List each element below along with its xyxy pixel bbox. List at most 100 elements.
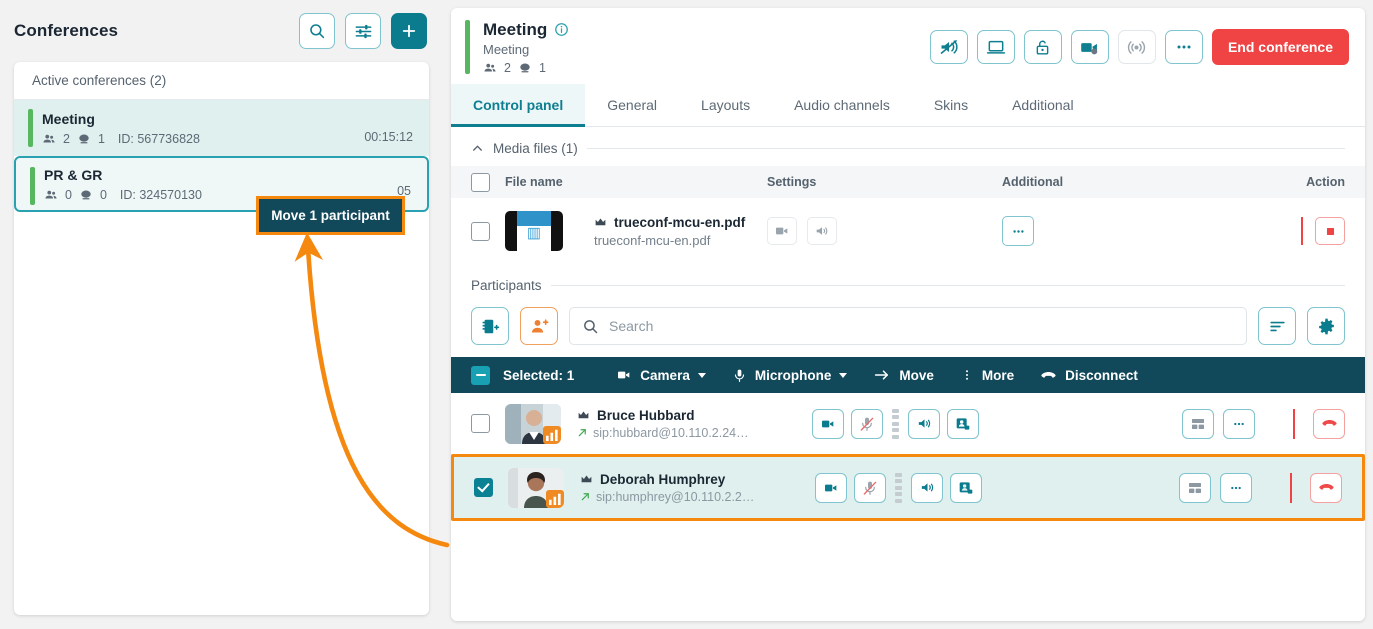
stream-count: 1: [97, 131, 105, 146]
sort-icon: [1269, 321, 1285, 331]
conferences-sidebar: Conferences Active conferences (2) Meeti…: [0, 0, 443, 629]
add-participant-icon: [531, 318, 548, 332]
stop-icon: [1326, 227, 1334, 235]
layout-grid-icon: [1192, 418, 1204, 429]
status-accent-bar: [465, 20, 470, 74]
audio-level-indicator: [892, 408, 899, 439]
participant-more-button[interactable]: [1220, 472, 1252, 503]
sidebar-header: Conferences: [0, 0, 443, 62]
column-settings: Settings: [767, 175, 817, 189]
chevron-down-icon: [697, 372, 706, 378]
conference-list-item-meeting[interactable]: Meeting 2 1 ID: 567736828 00:15:12: [14, 100, 429, 156]
media-audio-button[interactable]: [807, 217, 837, 245]
create-conference-button[interactable]: [391, 13, 427, 49]
selection-more-button[interactable]: More: [960, 367, 1014, 383]
conference-list-item-pr-gr[interactable]: PR & GR 0 0 ID: 324570130 05: [14, 156, 429, 212]
participants-label: Participants: [471, 278, 542, 293]
tab-audio-channels[interactable]: Audio channels: [772, 84, 912, 126]
deselect-all-checkbox[interactable]: [471, 365, 490, 385]
media-stop-button[interactable]: [1315, 217, 1345, 245]
active-conferences-header: Active conferences (2): [14, 62, 429, 100]
conference-name: PR & GR: [44, 166, 103, 183]
participants-settings-button[interactable]: [1307, 307, 1345, 345]
conference-detail-panel: Meeting Meeting 2 1 End conference Contr…: [451, 8, 1365, 621]
participant-row-deborah-humphrey[interactable]: Deborah Humphrey sip:humphrey@10.110.2.2…: [454, 457, 1362, 518]
selection-disconnect-button[interactable]: Disconnect: [1040, 367, 1138, 384]
crown-icon: [578, 410, 589, 418]
tab-control-panel[interactable]: Control panel: [451, 84, 586, 127]
tab-layouts[interactable]: Layouts: [679, 84, 772, 126]
mute-all-button[interactable]: [929, 30, 968, 64]
tab-skins[interactable]: Skins: [912, 84, 990, 126]
header-more-button[interactable]: [1164, 30, 1203, 64]
network-quality-icon: [543, 425, 561, 444]
participant-camera-button[interactable]: [812, 408, 844, 439]
info-icon[interactable]: [554, 22, 569, 37]
sort-participants-button[interactable]: [1258, 307, 1296, 345]
pdf-preview-icon: ▥: [526, 224, 542, 242]
search-input[interactable]: [609, 318, 1234, 334]
lock-conference-button[interactable]: [1023, 30, 1062, 64]
speaker-icon: [918, 419, 930, 428]
search-button[interactable]: [299, 13, 335, 49]
filters-button[interactable]: [345, 13, 381, 49]
conference-id: ID: 324570130: [119, 187, 202, 202]
tab-general[interactable]: General: [585, 84, 679, 126]
streaming-button[interactable]: [1117, 30, 1156, 64]
disconnect-icon: [1041, 371, 1056, 378]
participant-speaker-button[interactable]: [911, 472, 943, 503]
media-table-row[interactable]: ▥ trueconf-mcu-en.pdf trueconf-mcu-en.pd…: [451, 198, 1365, 264]
audio-file-icon: [816, 227, 828, 235]
share-screen-button[interactable]: [976, 30, 1015, 64]
search-icon: [310, 24, 325, 39]
layout-grid-icon: [1189, 482, 1201, 493]
participant-camera-button[interactable]: [815, 472, 847, 503]
conference-detail-column: Meeting Meeting 2 1 End conference Contr…: [451, 0, 1365, 629]
media-video-button[interactable]: [767, 217, 797, 245]
media-row-checkbox[interactable]: [471, 221, 490, 241]
invite-from-addressbook-button[interactable]: [471, 307, 509, 345]
media-additional-cell: [1002, 216, 1267, 246]
disconnect-label: Disconnect: [1065, 367, 1138, 383]
tab-additional[interactable]: Additional: [990, 84, 1096, 126]
participant-selfview-button[interactable]: [950, 472, 982, 503]
participants-count: 0: [65, 187, 72, 202]
more-icon: [1234, 422, 1244, 425]
chevron-up-icon: [473, 145, 482, 151]
participant-layout-button[interactable]: [1182, 408, 1214, 439]
selection-move-button[interactable]: Move: [873, 366, 934, 384]
more-icon: [1012, 229, 1024, 233]
conference-id: ID: 567736828: [117, 131, 200, 146]
participants-search[interactable]: [569, 307, 1247, 345]
more-icon: [1231, 486, 1241, 489]
chevron-down-icon: [839, 372, 848, 378]
media-file-name: trueconf-mcu-en.pdf: [614, 214, 746, 230]
end-conference-button[interactable]: End conference: [1211, 29, 1349, 65]
participant-row-bruce-hubbard[interactable]: Bruce Hubbard sip:hubbard@10.110.2.24…: [451, 393, 1365, 454]
selection-camera-menu[interactable]: Camera: [616, 367, 706, 383]
add-from-addressbook-icon: [482, 319, 499, 333]
participant-microphone-muted-button[interactable]: [851, 408, 883, 439]
participant-speaker-button[interactable]: [908, 408, 940, 439]
move-label: Move: [899, 367, 934, 383]
participant-checkbox[interactable]: [474, 478, 493, 497]
selection-microphone-menu[interactable]: Microphone: [732, 368, 848, 383]
participant-layout-button[interactable]: [1179, 472, 1211, 503]
participant-controls: [812, 408, 979, 439]
select-all-media-checkbox[interactable]: [471, 172, 490, 192]
mute-all-icon: [940, 40, 958, 54]
participant-disconnect-button[interactable]: [1313, 408, 1345, 439]
participant-microphone-muted-button[interactable]: [854, 472, 886, 503]
media-files-section-header[interactable]: Media files (1): [451, 127, 1365, 166]
media-settings-cell: [767, 217, 1002, 245]
participant-selfview-button[interactable]: [947, 408, 979, 439]
participant-disconnect-button[interactable]: [1310, 472, 1342, 503]
participant-checkbox[interactable]: [471, 414, 490, 433]
media-more-button[interactable]: [1002, 216, 1034, 246]
disconnect-icon: [1321, 419, 1337, 426]
invite-participant-button[interactable]: [520, 307, 558, 345]
disconnect-icon: [1318, 483, 1334, 490]
participant-more-button[interactable]: [1223, 408, 1255, 439]
record-button[interactable]: [1070, 30, 1109, 64]
avatar: [505, 403, 561, 444]
